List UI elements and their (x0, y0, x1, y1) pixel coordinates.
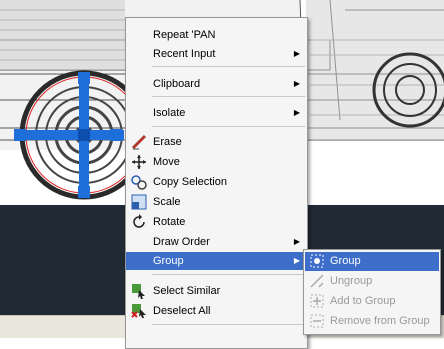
menu-item-label: Erase (153, 136, 182, 148)
submenu-item-label: Add to Group (330, 295, 396, 307)
menu-item-rotate[interactable]: Rotate (126, 213, 307, 231)
menu-item-erase[interactable]: Erase (126, 133, 307, 151)
menu-item-group[interactable]: Group ▶ (126, 252, 307, 270)
select-similar-icon (131, 283, 147, 299)
menu-separator (152, 126, 305, 127)
submenu-item-ungroup[interactable]: Ungroup (305, 272, 439, 291)
submenu-item-group[interactable]: Group (305, 252, 439, 271)
remove-from-group-icon (309, 313, 325, 329)
menu-item-scale[interactable]: Scale (126, 193, 307, 211)
menu-item-move[interactable]: Move (126, 153, 307, 171)
menu-item-label: Repeat 'PAN (153, 29, 216, 41)
menu-item-select-similar[interactable]: Select Similar (126, 282, 307, 300)
submenu-item-label: Remove from Group (330, 315, 430, 327)
submenu-arrow-icon: ▶ (293, 237, 300, 246)
submenu-item-label: Group (330, 255, 361, 267)
context-menu: Repeat 'PAN Recent Input ▶ Clipboard ▶ I… (125, 17, 308, 349)
menu-separator (152, 274, 305, 275)
menu-item-isolate[interactable]: Isolate ▶ (126, 104, 307, 122)
submenu-item-label: Ungroup (330, 275, 373, 287)
submenu-item-remove-from-group[interactable]: Remove from Group (305, 312, 439, 331)
submenu-item-add-to-group[interactable]: Add to Group (305, 292, 439, 311)
menu-separator (152, 66, 305, 67)
menu-item-label: Draw Order (153, 236, 210, 248)
menu-separator (152, 96, 305, 97)
add-to-group-icon (309, 293, 325, 309)
menu-item-label: Copy Selection (153, 176, 227, 188)
menu-item-label: Move (153, 156, 180, 168)
menu-item-label: Recent Input (153, 48, 216, 60)
group-submenu: Group Ungroup Add to Group Remove from G… (303, 249, 441, 335)
menu-item-copy-selection[interactable]: Copy Selection (126, 173, 307, 191)
group-icon (309, 253, 325, 269)
menu-item-label: Clipboard (153, 78, 201, 90)
menu-item-clipboard[interactable]: Clipboard ▶ (126, 75, 307, 93)
submenu-arrow-icon: ▶ (293, 79, 300, 88)
menu-item-draw-order[interactable]: Draw Order ▶ (126, 233, 307, 251)
ungroup-icon (309, 273, 325, 289)
submenu-arrow-icon: ▶ (293, 256, 300, 265)
scale-icon (131, 194, 147, 210)
menu-item-recent-input[interactable]: Recent Input ▶ (126, 45, 307, 63)
menu-item-label: Isolate (153, 107, 186, 119)
rotate-icon (131, 214, 147, 230)
menu-separator (152, 324, 305, 325)
menu-item-label: Scale (153, 196, 181, 208)
menu-item-deselect-all[interactable]: Deselect All (126, 302, 307, 320)
menu-item-repeat-pan[interactable]: Repeat 'PAN (126, 26, 307, 44)
move-icon (131, 154, 147, 170)
copy-icon (131, 174, 147, 190)
deselect-icon (131, 303, 147, 319)
menu-item-label: Select Similar (153, 285, 221, 297)
submenu-arrow-icon: ▶ (293, 108, 300, 117)
menu-item-label: Rotate (153, 216, 186, 228)
menu-item-label: Group (153, 255, 184, 267)
eraser-icon (131, 134, 147, 150)
submenu-arrow-icon: ▶ (293, 49, 300, 58)
menu-item-label: Deselect All (153, 305, 211, 317)
